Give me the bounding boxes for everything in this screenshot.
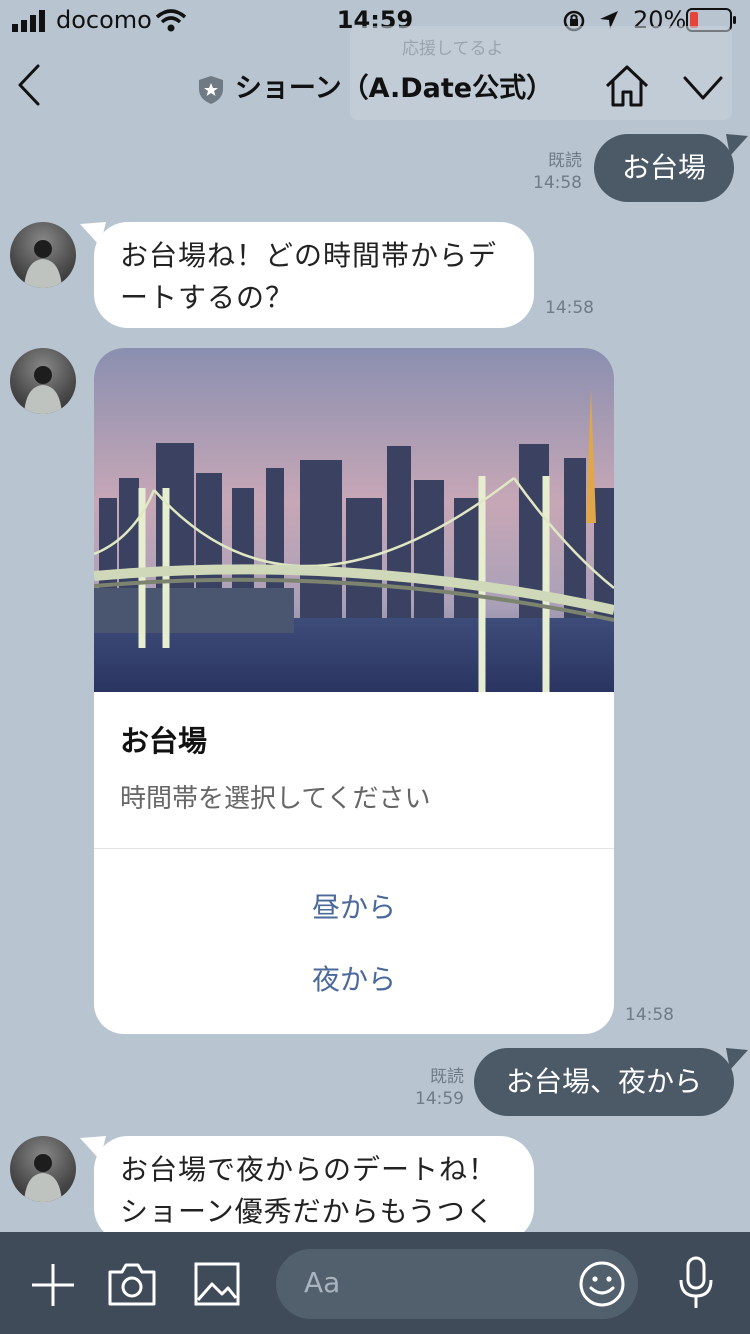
emoji-icon[interactable] [578, 1260, 626, 1308]
outgoing-bubble[interactable]: お台場、夜から [474, 1048, 734, 1116]
chevron-down-icon[interactable] [682, 74, 724, 102]
carousel-card: お台場 時間帯を選択してください 昼から 夜から [94, 348, 614, 1034]
message-time: 14:59 [415, 1089, 464, 1109]
bubble-tail [726, 134, 748, 156]
read-label: 既読 [548, 151, 582, 171]
incoming-bubble[interactable]: お台場ね！どの時間帯からデ ートするの？ [94, 222, 534, 328]
incoming-bubble[interactable]: お台場で夜からのデートね！ ショーン優秀だからもうつく [94, 1136, 534, 1242]
bubble-tail [726, 1048, 748, 1070]
mic-icon[interactable] [676, 1256, 716, 1312]
card-divider [94, 848, 614, 849]
outgoing-bubble[interactable]: お台場 [594, 134, 734, 202]
outgoing-text: お台場、夜から [505, 1065, 702, 1098]
read-receipt: 既読 14:58 [520, 150, 582, 194]
faded-banner-text: 応援してるよ [402, 39, 504, 59]
avatar[interactable] [10, 348, 76, 414]
incoming-text-line: お台場ね！どの時間帯からデ [120, 239, 498, 272]
camera-icon[interactable] [108, 1262, 156, 1306]
shield-icon [198, 75, 223, 104]
outgoing-text: お台場 [621, 151, 706, 184]
image-icon[interactable] [194, 1262, 240, 1306]
incoming-text-line: ショーン優秀だからもうつく [120, 1195, 495, 1228]
avatar[interactable] [10, 222, 76, 288]
home-icon[interactable] [604, 64, 650, 108]
chat-title-text: ショーン（A.Date公式） [234, 73, 554, 104]
message-time: 14:58 [533, 173, 582, 193]
read-receipt: 既読 14:59 [402, 1066, 464, 1110]
message-time: 14:58 [545, 298, 594, 318]
message-input-placeholder: Aa [304, 1266, 341, 1299]
incoming-text-line: ートするの？ [120, 281, 295, 314]
card-subtitle: 時間帯を選択してください [120, 784, 431, 814]
card-button-night[interactable]: 夜から [94, 958, 614, 998]
card-image[interactable] [94, 348, 614, 692]
avatar[interactable] [10, 1136, 76, 1202]
read-label: 既読 [430, 1067, 464, 1087]
card-title: お台場 [120, 724, 208, 758]
plus-icon[interactable] [30, 1262, 76, 1308]
incoming-text-line: お台場で夜からのデートね！ [120, 1153, 498, 1186]
card-button-daytime[interactable]: 昼から [94, 886, 614, 926]
message-time: 14:58 [625, 1005, 674, 1025]
